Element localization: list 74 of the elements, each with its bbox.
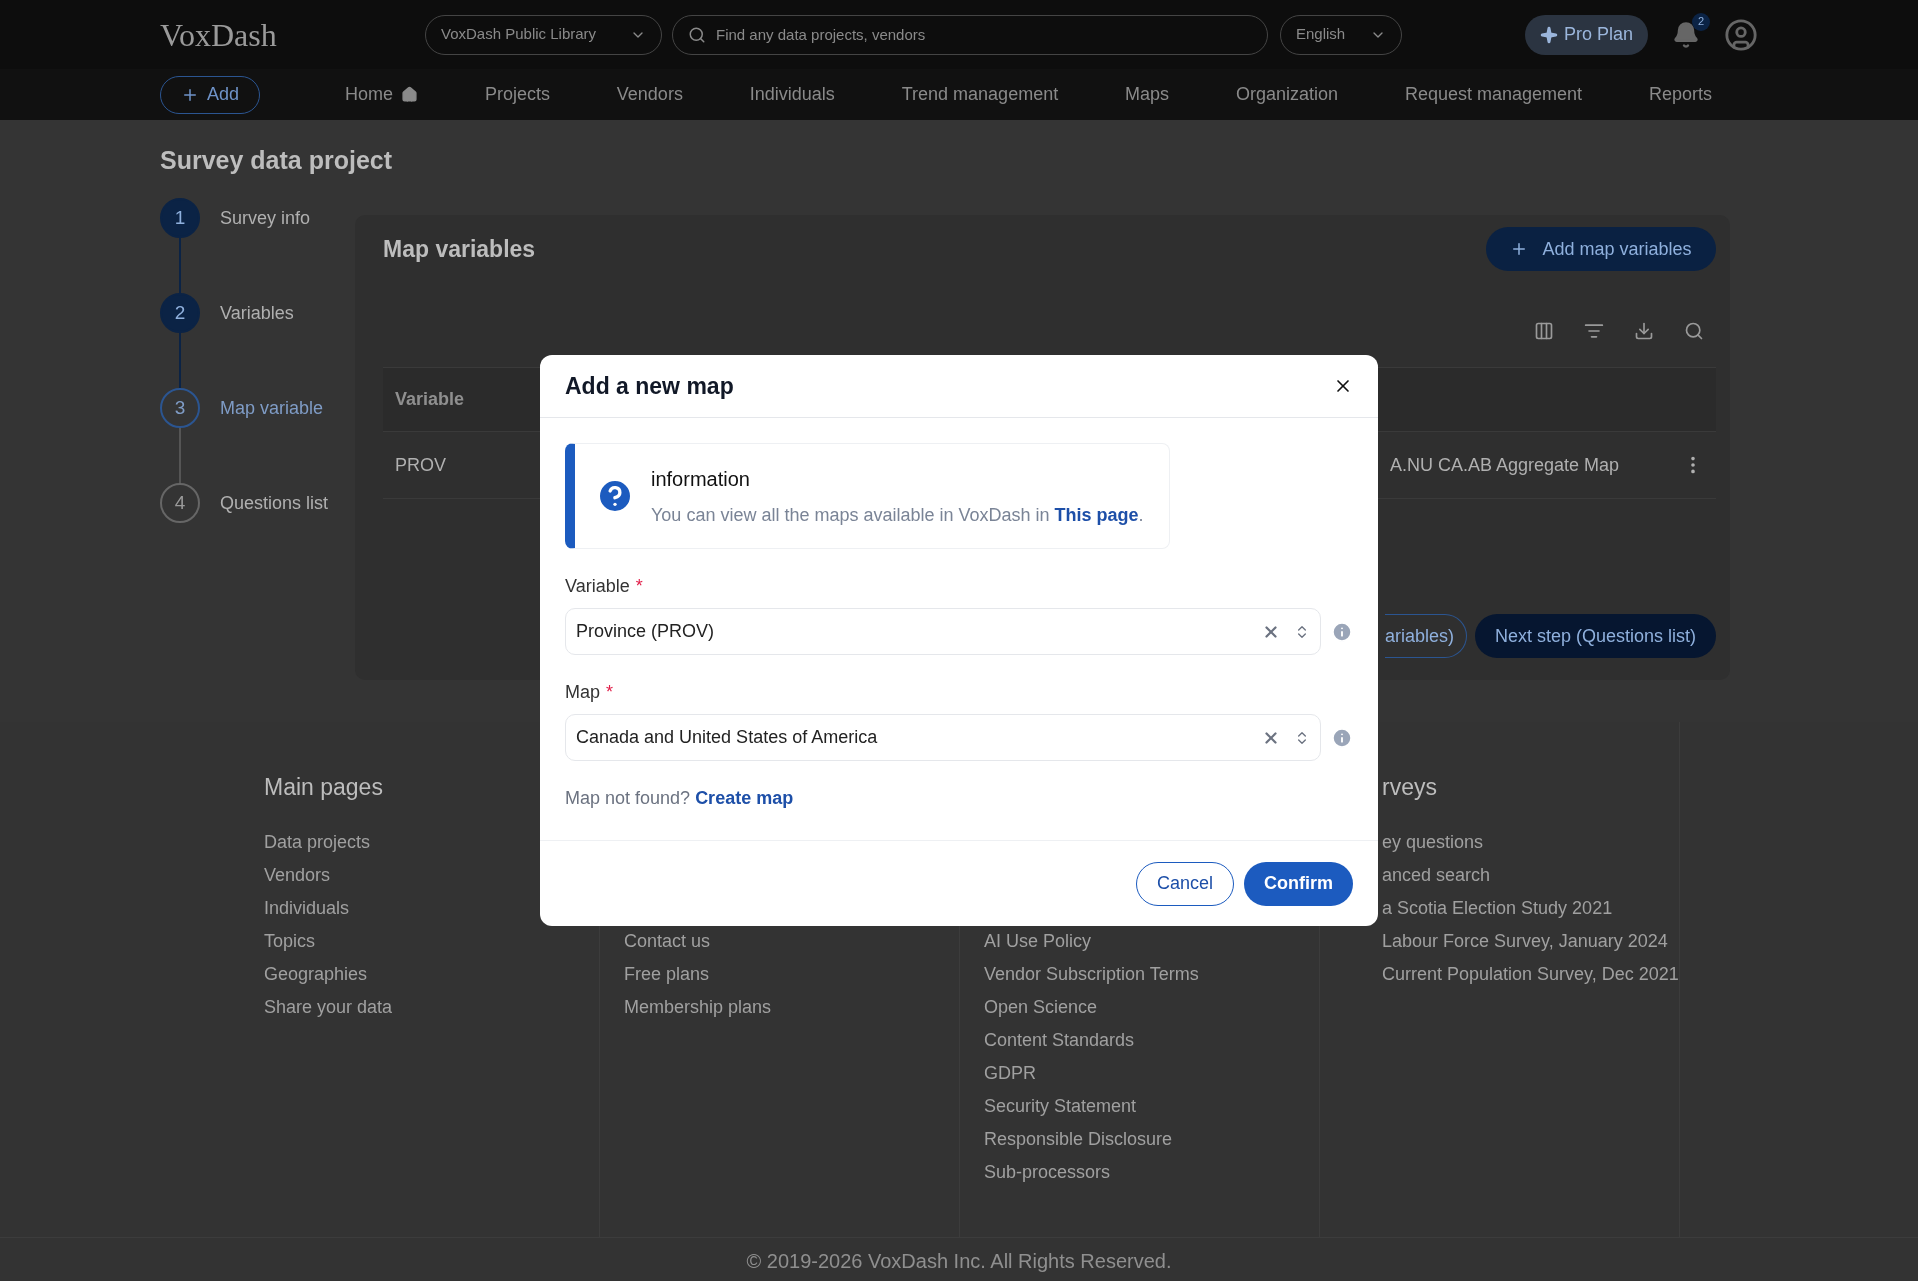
columns-icon[interactable] (1534, 321, 1554, 341)
info-text: You can view all the maps available in VoxDash in This page. (651, 503, 1144, 527)
footer-link[interactable]: Share your data (264, 997, 393, 1017)
footer-link[interactable]: Individuals (264, 898, 350, 918)
next-step-button[interactable]: Next step (Questions list) (1474, 614, 1716, 658)
nav-link[interactable]: Reports (1648, 81, 1712, 108)
notification-badge: 2 (1692, 12, 1710, 31)
footer-link[interactable]: Content Standards (984, 1030, 1135, 1050)
required-asterisk: * (635, 575, 643, 598)
nav-link[interactable]: Trend management (901, 81, 1059, 108)
footer-heading: rveys (1382, 774, 1437, 800)
step-label[interactable]: Variables (220, 299, 294, 327)
filter-icon[interactable] (1584, 321, 1604, 341)
footer-link[interactable]: AI Use Policy (984, 931, 1092, 951)
step-number: 4 (160, 483, 200, 523)
footer-link[interactable]: ey questions (1382, 832, 1484, 852)
required-asterisk: * (606, 681, 614, 704)
step-label[interactable]: Map variable (220, 394, 324, 422)
search-icon[interactable] (1684, 321, 1704, 341)
info-title: information (651, 466, 751, 492)
footer-link[interactable]: Responsible Disclosure (984, 1129, 1173, 1149)
column-header: Variable (395, 388, 465, 411)
home-icon (401, 86, 418, 103)
footer-link[interactable]: Data projects (264, 832, 371, 852)
add-map-variables-button[interactable]: Add map variables (1486, 227, 1716, 271)
copyright: © 2019-2026 VoxDash Inc. All Rights Reserved. (746, 1249, 1172, 1274)
footer-heading: Main pages (264, 774, 383, 800)
step-label[interactable]: Survey info (220, 204, 311, 232)
footer-link[interactable]: Open Science (984, 997, 1098, 1017)
avatar-icon[interactable] (1724, 17, 1758, 52)
table-cell: A.NU CA.AB Aggregate Map (1390, 454, 1620, 475)
footer-link[interactable]: Current Population Survey, Dec 2021 (1382, 964, 1679, 984)
footer-link[interactable]: a Scotia Election Study 2021 (1382, 898, 1613, 918)
logo[interactable]: VoxDash (160, 10, 425, 59)
confirm-button[interactable]: Confirm (1244, 861, 1353, 906)
footer-link[interactable]: Geographies (264, 964, 368, 984)
search-icon (688, 25, 706, 44)
select-field[interactable]: Canada and United States of America (565, 714, 1321, 761)
nav-link[interactable]: Maps (1125, 81, 1170, 108)
bell-icon[interactable] (1672, 20, 1700, 49)
field-label: Map (565, 681, 600, 704)
step-number: 2 (160, 293, 200, 333)
footer-link[interactable]: anced search (1382, 865, 1491, 885)
footer-link[interactable]: Vendors (264, 865, 331, 885)
page-title: Survey data project (160, 145, 394, 176)
card-title: Map variables (383, 234, 536, 264)
step-number: 3 (160, 388, 200, 428)
select-field[interactable]: Province (PROV) (565, 608, 1321, 655)
footer-link[interactable]: GDPR (984, 1063, 1036, 1083)
table-cell: PROV (395, 454, 446, 475)
this-page-link[interactable]: This page (1054, 504, 1139, 525)
field-label: Variable (565, 575, 630, 598)
footer-link[interactable]: Topics (264, 931, 316, 951)
sparkle-icon (1539, 25, 1558, 44)
pro-plan-button[interactable]: Pro Plan (1525, 14, 1648, 55)
footer-link[interactable]: Labour Force Survey, January 2024 (1382, 931, 1668, 951)
step-label[interactable]: Questions list (220, 489, 329, 517)
nav-link[interactable]: Home (345, 81, 418, 108)
nav-link[interactable]: Organization (1235, 81, 1338, 108)
footer-link[interactable]: Vendor Subscription Terms (984, 964, 1199, 984)
map-not-found-text: Map not found? Create map (565, 787, 795, 810)
footer-link[interactable]: Sub-processors (984, 1162, 1111, 1182)
footer-link[interactable]: Membership plans (624, 997, 772, 1017)
footer-link[interactable]: Contact us (624, 931, 711, 951)
footer-link[interactable]: Free plans (624, 964, 710, 984)
footer-link[interactable]: Security Statement (984, 1096, 1137, 1116)
download-icon[interactable] (1634, 321, 1654, 341)
nav-link[interactable]: Projects (484, 81, 550, 108)
nav-link[interactable]: Request management (1404, 81, 1582, 108)
nav-link[interactable]: Individuals (749, 81, 835, 108)
create-map-link[interactable]: Create map (695, 788, 794, 808)
step-number: 1 (160, 198, 200, 238)
nav-link[interactable]: Vendors (616, 81, 683, 108)
modal-title: Add a new map (565, 371, 734, 401)
